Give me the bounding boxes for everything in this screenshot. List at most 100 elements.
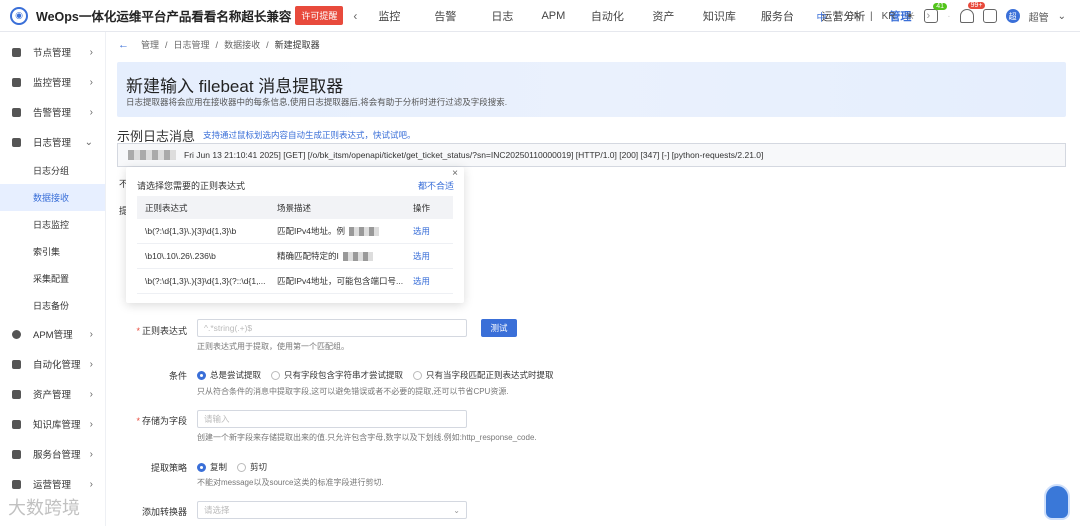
page-title: 新建输入 filebeat 消息提取器 <box>126 77 344 96</box>
select-regex-button[interactable]: 选用 <box>413 275 453 287</box>
sidebar-item-apm[interactable]: APM管理 › <box>0 319 105 349</box>
sidebar-subitem-data-receive[interactable]: 数据接收 <box>0 184 105 211</box>
condition-option-always[interactable]: 总是尝试提取 <box>197 369 261 381</box>
app-logo-icon[interactable]: ◉ <box>10 6 28 25</box>
theme-sun-icon[interactable]: ☀ <box>905 9 916 23</box>
nav-alarm[interactable]: 告警 <box>413 8 477 24</box>
license-reminder-badge[interactable]: 许可提醒 <box>295 6 344 25</box>
assistant-mascot-icon[interactable] <box>1044 484 1070 520</box>
converter-select[interactable]: 请选择 ⌄ <box>197 501 467 519</box>
chevron-right-icon: › <box>89 106 93 118</box>
assets-icon <box>12 389 21 399</box>
breadcrumb-separator: / <box>165 39 168 50</box>
none-fit-link[interactable]: 都不合适 <box>418 179 454 192</box>
store-field-input[interactable]: 请输入 <box>197 410 467 428</box>
example-log-text: Fri Jun 13 21:10:41 2025] [GET] [/o/bk_i… <box>184 150 764 160</box>
sidebar-item-automation[interactable]: 自动化管理 › <box>0 349 105 379</box>
breadcrumb: ← 管理 / 日志管理 / 数据接收 / 新建提取器 <box>118 38 320 51</box>
top-bar: ◉ WeOps一体化运维平台产品看看名称超长兼容 许可提醒 ‹ 监控 告警 日志… <box>0 0 1080 32</box>
sidebar-subitem-index-set[interactable]: 索引集 <box>0 238 105 265</box>
desc-cell: 精确匹配特定的I <box>277 250 413 262</box>
lang-en[interactable]: EN <box>847 11 861 22</box>
strategy-option-cut[interactable]: 剪切 <box>237 461 267 473</box>
chevron-right-icon: › <box>89 478 93 490</box>
regex-label: * 正则表达式 <box>136 326 187 336</box>
bell-icon[interactable]: 99+ <box>959 2 986 23</box>
select-regex-button[interactable]: 选用 <box>413 250 453 262</box>
sidebar-subitem-collect-config[interactable]: 采集配置 <box>0 265 105 292</box>
document-icon[interactable] <box>982 9 997 23</box>
nav-service-desk[interactable]: 服务台 <box>747 8 807 24</box>
avatar[interactable]: 超 <box>1005 9 1020 23</box>
sidebar-subitem-log-backup[interactable]: 日志备份 <box>0 292 105 319</box>
sidebar-item-alarm[interactable]: 告警管理 › <box>0 97 105 127</box>
redacted-block <box>128 150 176 160</box>
radio-unchecked-icon <box>413 370 423 380</box>
knowledge-icon <box>12 419 21 429</box>
nav-scroll-left-icon[interactable]: ‹ <box>353 9 357 23</box>
notification-icon[interactable]: 41 <box>924 3 948 23</box>
nav-assets[interactable]: 资产 <box>635 8 691 24</box>
chevron-down-icon[interactable]: ⌄ <box>1058 11 1066 22</box>
sidebar-item-service-desk[interactable]: 服务台管理 › <box>0 439 105 469</box>
nav-monitor[interactable]: 监控 <box>365 8 413 24</box>
sidebar-item-node[interactable]: 节点管理 › <box>0 37 105 67</box>
breadcrumb-current: 新建提取器 <box>274 40 320 50</box>
test-button[interactable]: 测试 <box>481 319 517 337</box>
nav-knowledge[interactable]: 知识库 <box>691 8 747 24</box>
regex-suggestion-popover: × 请选择您需要的正则表达式 都不合适 正则表达式 场景描述 操作 \b(?:\… <box>126 167 464 303</box>
regex-input[interactable]: ^.*string(.+)$ <box>197 319 467 337</box>
chevron-down-icon: ⌄ <box>453 505 460 515</box>
select-regex-button[interactable]: 选用 <box>413 225 453 237</box>
condition-option-contains[interactable]: 只有字段包含字符串才尝试提取 <box>271 369 403 381</box>
brand-name: WeOps一体化运维平台产品看看名称超长兼容 <box>36 10 292 24</box>
regex-cell: \b(?:\d{1,3}\.){3}\d{1,3}\b <box>145 226 237 236</box>
chevron-right-icon: › <box>89 328 93 340</box>
sidebar-item-label: 资产管理 <box>33 390 72 401</box>
monitor-icon <box>12 77 21 87</box>
column-header-action: 操作 <box>413 202 431 213</box>
table-row: \b(?:\d{1,3}\.){3}\d{1,3}\b 匹配IPv4地址。例 选… <box>137 219 453 244</box>
nav-apm[interactable]: APM <box>527 10 579 22</box>
nav-automation[interactable]: 自动化 <box>579 8 635 24</box>
sidebar-item-log[interactable]: 日志管理 ⌄ <box>0 127 105 157</box>
condition-option-regex[interactable]: 只有当字段匹配正则表达式时提取 <box>413 369 554 381</box>
alert-count-badge: 99+ <box>967 2 986 9</box>
breadcrumb-log-admin[interactable]: 日志管理 <box>174 38 210 51</box>
example-log-message[interactable]: Fri Jun 13 21:10:41 2025] [GET] [/o/bk_i… <box>117 143 1066 167</box>
lang-divider: | <box>869 10 873 22</box>
condition-radio-group: 总是尝试提取 只有字段包含字符串才尝试提取 只有当字段匹配正则表达式时提取 <box>197 369 554 381</box>
sidebar-subitem-log-monitor[interactable]: 日志监控 <box>0 211 105 238</box>
column-header-desc: 场景描述 <box>277 202 312 213</box>
regex-help: 正则表达式用于提取，使用第一个匹配组。 <box>197 342 349 351</box>
strategy-option-copy[interactable]: 复制 <box>197 461 227 473</box>
lang-kr[interactable]: KR <box>882 11 896 22</box>
apm-icon <box>12 329 21 339</box>
sidebar-item-monitor[interactable]: 监控管理 › <box>0 67 105 97</box>
sidebar-subitem-log-group[interactable]: 日志分组 <box>0 157 105 184</box>
converter-placeholder: 请选择 <box>204 505 230 515</box>
desc-cell: 匹配IPv4地址。例 <box>277 225 413 237</box>
redacted-block <box>349 227 380 237</box>
nav-log[interactable]: 日志 <box>477 8 527 24</box>
sidebar-item-assets[interactable]: 资产管理 › <box>0 379 105 409</box>
regex-cell: \b10\.10\.26\.236\b <box>145 251 216 261</box>
automation-icon <box>12 359 21 369</box>
user-name[interactable]: 超管 <box>1029 9 1049 24</box>
popover-title: 请选择您需要的正则表达式 <box>137 181 246 191</box>
breadcrumb-data-receive[interactable]: 数据接收 <box>224 38 260 51</box>
node-icon <box>12 47 21 57</box>
redacted-block <box>342 252 373 262</box>
sidebar-item-knowledge[interactable]: 知识库管理 › <box>0 409 105 439</box>
strategy-label: 提取策略 <box>150 463 187 473</box>
chevron-right-icon: › <box>89 418 93 430</box>
back-arrow-icon[interactable]: ← <box>118 39 129 51</box>
close-icon[interactable]: × <box>452 168 458 179</box>
service-desk-icon <box>12 449 21 459</box>
strategy-help: 不能对message以及source这类的标准字段进行剪切. <box>197 478 384 487</box>
lang-zh[interactable]: 中 <box>816 9 826 24</box>
table-header: 正则表达式 场景描述 操作 <box>137 196 453 219</box>
column-header-regex: 正则表达式 <box>145 202 188 213</box>
chevron-down-icon: ⌄ <box>84 136 93 148</box>
breadcrumb-admin[interactable]: 管理 <box>141 38 159 51</box>
